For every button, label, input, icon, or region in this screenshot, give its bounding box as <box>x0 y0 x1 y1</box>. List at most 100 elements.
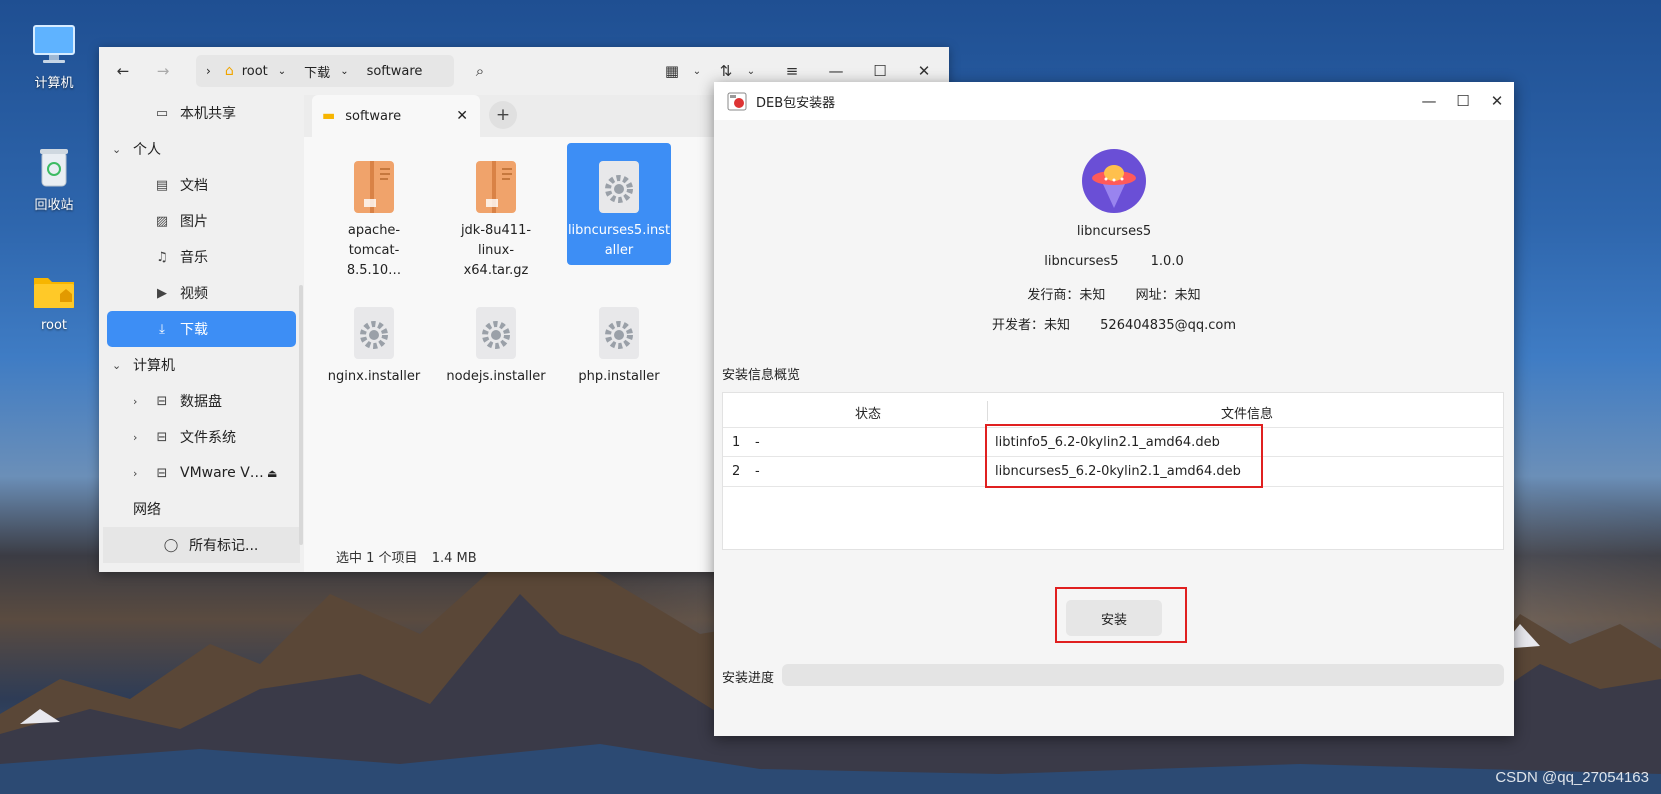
sidebar-item-label: 文档 <box>180 178 208 194</box>
chevron-down-icon[interactable]: ⌄ <box>340 66 348 77</box>
window-title: DEB包安装器 <box>756 95 836 111</box>
install-progress-bar <box>782 664 1504 686</box>
close-button[interactable]: ✕ <box>1480 82 1514 120</box>
table-header: 状态 文件信息 <box>723 393 1503 427</box>
maximize-button[interactable]: ☐ <box>1446 82 1480 120</box>
chevron-right-icon[interactable]: › <box>133 395 137 408</box>
deb-installer-titlebar: DEB包安装器 — ☐ ✕ <box>714 82 1514 120</box>
chevron-right-icon[interactable]: › <box>206 64 211 78</box>
gear-icon <box>599 161 639 213</box>
minimize-button[interactable]: — <box>1412 82 1446 120</box>
search-icon: ⌕ <box>475 62 485 80</box>
maximize-icon: ☐ <box>873 62 887 80</box>
sidebar-group-computer[interactable]: ⌄ 计算机 <box>99 347 304 383</box>
file-item[interactable]: jdk-8u411-linux- x64.tar.gz <box>444 151 548 281</box>
archive-icon <box>354 161 394 213</box>
overview-label: 安装信息概览 <box>722 368 801 383</box>
video-icon: ▶ <box>157 285 167 301</box>
sidebar-item-label: 所有标记... <box>189 538 259 554</box>
gear-icon <box>354 307 394 359</box>
sidebar-item-documents[interactable]: ▤ 文档 <box>99 167 304 203</box>
column-header-status: 状态 <box>855 407 882 422</box>
package-line-name: libncurses5 <box>1044 254 1119 269</box>
developer-email: 526404835@qq.com <box>1100 318 1236 333</box>
sidebar-group-label: 网络 <box>133 502 161 518</box>
sidebar-item-label: 本机共享 <box>180 106 236 122</box>
sidebar-item-vmware[interactable]: › ⊟ VMware V… ⏏ <box>99 455 304 491</box>
file-item[interactable]: nodejs.installer <box>444 297 548 387</box>
disk-icon: ⊟ <box>156 429 168 445</box>
forward-button[interactable]: → <box>148 56 178 86</box>
package-name: libncurses5 <box>1076 224 1152 239</box>
grid-view-icon: ▦ <box>664 62 680 80</box>
home-folder-icon <box>34 278 74 308</box>
sidebar-item-videos[interactable]: ▶ 视频 <box>99 275 304 311</box>
maximize-icon: ☐ <box>1456 92 1470 110</box>
view-mode-dropdown[interactable]: ⌄ <box>682 56 712 86</box>
breadcrumb-downloads[interactable]: 下载 <box>304 62 330 81</box>
chevron-down-icon: ⌄ <box>746 65 756 77</box>
chevron-right-icon[interactable]: › <box>133 467 137 480</box>
eject-icon[interactable]: ⏏ <box>267 467 277 480</box>
sidebar-item-pictures[interactable]: ▨ 图片 <box>99 203 304 239</box>
file-item[interactable]: nginx.installer <box>322 297 426 387</box>
gear-icon <box>599 307 639 359</box>
row-number: 2 <box>732 464 741 479</box>
file-item-selected[interactable]: libncurses5.inst aller <box>567 143 671 265</box>
file-name: php.installer <box>578 369 660 384</box>
sidebar-item-shared[interactable]: ▭ 本机共享 <box>99 95 304 131</box>
sidebar-item-label: VMware V… <box>180 465 264 481</box>
progress-label: 安装进度 <box>722 671 775 686</box>
tab-close-icon[interactable]: ✕ <box>456 108 468 124</box>
breadcrumb-root[interactable]: root <box>242 64 268 79</box>
sidebar-item-downloads[interactable]: ⤓ 下载 <box>107 311 296 347</box>
tab-label: software <box>345 108 402 124</box>
sidebar-group-label: 个人 <box>133 142 161 158</box>
desktop-icon-root[interactable]: root <box>19 270 89 333</box>
sidebar-item-filesystem[interactable]: › ⊟ 文件系统 <box>99 419 304 455</box>
sidebar-item-label: 图片 <box>180 214 208 230</box>
developer-line: 开发者：未知 526404835@qq.com <box>714 314 1514 333</box>
row-status: - <box>755 435 760 450</box>
sidebar-item-music[interactable]: ♫ 音乐 <box>99 239 304 275</box>
document-icon: ▤ <box>155 177 169 193</box>
desktop-icon-computer[interactable]: 计算机 <box>19 24 89 91</box>
sort-icon: ⇅ <box>719 62 733 80</box>
desktop-icon-trash[interactable]: 回收站 <box>19 146 89 213</box>
package-icon <box>727 92 747 111</box>
deb-installer-window: DEB包安装器 — ☐ ✕ libncurses5 libncurses5 1.… <box>714 82 1514 736</box>
breadcrumb-software[interactable]: software <box>367 64 423 79</box>
disk-icon: ⊟ <box>156 465 168 481</box>
sidebar-scrollbar[interactable] <box>299 285 303 545</box>
file-item[interactable]: apache- tomcat-8.5.10… <box>322 151 426 281</box>
back-button[interactable]: ← <box>108 56 138 86</box>
sidebar-item-data-disk[interactable]: › ⊟ 数据盘 <box>99 383 304 419</box>
new-tab-button[interactable]: + <box>489 101 517 129</box>
music-icon: ♫ <box>156 249 168 265</box>
column-divider <box>987 401 988 421</box>
close-icon: ✕ <box>1490 92 1504 110</box>
gear-icon <box>476 307 516 359</box>
file-item[interactable]: php.installer <box>567 297 671 387</box>
desktop-icon-label: 回收站 <box>34 198 74 213</box>
arrow-left-icon: ← <box>116 62 130 80</box>
file-name: jdk-8u411-linux- <box>460 223 532 258</box>
highlight-box-files <box>985 424 1263 488</box>
status-size: 1.4 MB <box>431 551 477 566</box>
app-icon <box>1082 149 1146 213</box>
file-name: apache- <box>347 223 401 238</box>
sidebar-group-personal[interactable]: ⌄ 个人 <box>99 131 304 167</box>
sidebar-item-all-tags[interactable]: ◯ 所有标记... <box>103 527 300 563</box>
search-button[interactable]: ⌕ <box>465 56 495 86</box>
file-manager-sidebar: ▭ 本机共享 ⌄ 个人 ▤ 文档 ▨ 图片 ♫ 音乐 ▶ 视频 ⤓ 下载 ⌄ 计算机 › ⊟ 数据盘… <box>99 95 304 572</box>
chevron-right-icon[interactable]: › <box>133 431 137 444</box>
sidebar-group-network[interactable]: 网络 <box>99 491 304 527</box>
plus-icon: + <box>495 105 511 125</box>
file-name: tomcat-8.5.10… <box>346 243 402 278</box>
package-version: 1.0.0 <box>1150 254 1184 269</box>
row-status: - <box>755 464 760 479</box>
chevron-down-icon[interactable]: ⌄ <box>278 66 286 77</box>
minimize-icon: — <box>1421 92 1437 110</box>
home-icon: ⌂ <box>224 63 234 79</box>
tab-software[interactable]: ▬ software ✕ <box>312 95 480 137</box>
